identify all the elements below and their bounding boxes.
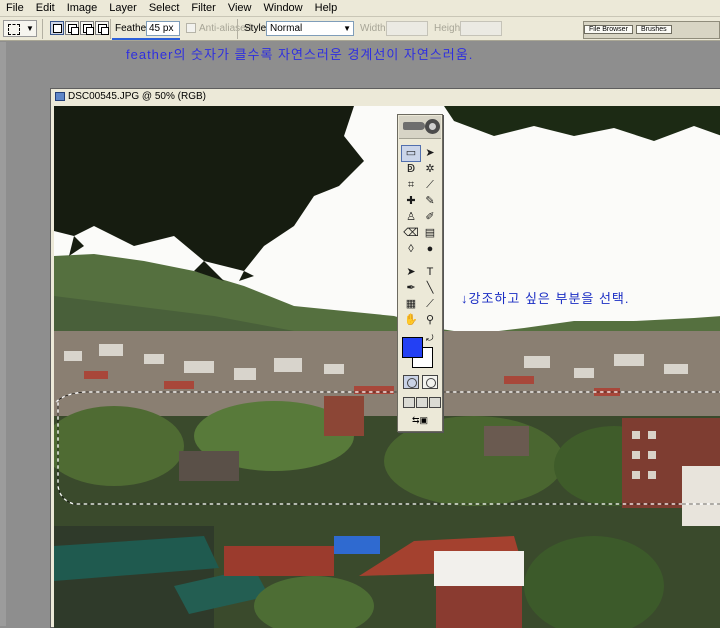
blur-tool-icon[interactable]: ◊ [402,242,420,257]
brush-tool-icon[interactable]: ✎ [421,194,439,209]
feather-icon [403,122,425,130]
new-selection-icon [53,24,62,33]
photo-scene [54,106,720,628]
toolbox: ▭ ➤ ↁ ✲ ⌗ ⟋ ✚ ✎ ♙ ✐ ⌫ ▤ ◊ ● ➤ T ✒ ╲ ▦ ⟋ … [397,114,443,432]
divider [42,19,43,39]
image-canvas[interactable] [54,106,720,628]
menu-window[interactable]: Window [258,0,309,16]
eraser-tool-icon[interactable]: ⌫ [402,226,420,241]
notes-tool-icon[interactable]: ▦ [402,297,420,312]
menu-image[interactable]: Image [61,0,104,16]
quick-mask-button[interactable] [422,375,438,389]
chevron-down-icon: ▼ [343,24,351,33]
gradient-tool-icon[interactable]: ▤ [421,226,439,241]
style-select[interactable]: Normal ▼ [266,21,354,36]
standard-screen-button[interactable] [403,397,415,408]
width-label: Width: [360,23,389,34]
rectangular-marquee-icon [8,24,20,35]
feather-annotation: feather의 숫자가 클수록 자연스러운 경계선이 자연스러움. [126,47,474,62]
feather-input[interactable]: 45 px [146,21,180,36]
marquee-tool-icon[interactable]: ▭ [401,145,421,162]
full-screen-button[interactable] [429,397,441,408]
workspace-edge [0,42,6,626]
type-tool-icon[interactable]: T [421,265,439,280]
zoom-tool-icon[interactable]: ⚲ [421,313,439,328]
document-title-bar[interactable]: DSC00545.JPG @ 50% (RGB) [51,89,720,105]
healing-brush-icon[interactable]: ✚ [402,194,420,209]
white-building [682,466,720,526]
tool-preset-picker[interactable]: ▼ [3,20,37,37]
menu-layer[interactable]: Layer [103,0,143,16]
full-screen-menu-button[interactable] [416,397,428,408]
slice-tool-icon[interactable]: ⟋ [421,178,439,193]
subtract-selection-button[interactable] [80,21,94,35]
menu-filter[interactable]: Filter [185,0,221,16]
imageready-jump-icon[interactable]: ⇆▣ [403,414,437,426]
document-window: DSC00545.JPG @ 50% (RGB) [50,88,720,628]
white-roof-house [434,551,524,586]
add-to-selection-button[interactable] [65,21,79,35]
crop-tool-icon[interactable]: ⌗ [402,178,420,193]
swap-colors-icon[interactable]: ⤾ [426,333,434,344]
foreground-color-swatch[interactable] [402,337,423,358]
clone-stamp-icon[interactable]: ♙ [402,210,420,225]
pen-tool-icon[interactable]: ✒ [402,281,420,296]
menu-file[interactable]: File [0,0,30,16]
history-brush-icon[interactable]: ✐ [421,210,439,225]
image-file-icon [55,92,65,101]
standard-mode-button[interactable] [403,375,419,389]
tab-brushes[interactable]: Brushes [635,25,672,34]
height-input[interactable] [460,21,502,36]
palette-well: File Browser Brushes [583,21,720,39]
divider [110,19,111,39]
feather-highlight-underline [112,38,180,40]
menu-bar: File Edit Image Layer Select Filter View… [0,0,720,17]
red-roof-house [224,546,334,576]
eyedropper-icon[interactable]: ⟋ [421,297,439,312]
dodge-tool-icon[interactable]: ● [421,242,439,257]
magic-wand-icon[interactable]: ✲ [421,162,439,177]
intersect-selection-button[interactable] [95,21,109,35]
document-title: DSC00545.JPG @ 50% (RGB) [68,91,206,102]
divider [237,19,238,39]
eye-icon [425,119,440,134]
options-bar: ▼ Feather: 45 px Anti-aliased Style: Nor… [0,17,720,41]
blue-roof [334,536,380,554]
line-tool-icon[interactable]: ╲ [421,281,439,296]
menu-select[interactable]: Select [143,0,186,16]
selection-annotation: ↓강조하고 싶은 부분을 선택. [461,291,630,306]
menu-help[interactable]: Help [309,0,344,16]
chevron-down-icon: ▼ [26,24,34,33]
lasso-tool-icon[interactable]: ↁ [402,162,420,177]
anti-aliased-checkbox[interactable] [186,23,196,33]
move-tool-icon[interactable]: ➤ [421,146,439,161]
style-value: Normal [270,23,303,34]
menu-edit[interactable]: Edit [30,0,61,16]
width-input[interactable] [386,21,428,36]
hand-tool-icon[interactable]: ✋ [402,313,420,328]
menu-view[interactable]: View [222,0,258,16]
tab-file-browser[interactable]: File Browser [584,25,633,34]
path-selection-icon[interactable]: ➤ [402,265,420,280]
new-selection-button[interactable] [50,21,64,35]
toolbox-header[interactable] [399,116,441,139]
